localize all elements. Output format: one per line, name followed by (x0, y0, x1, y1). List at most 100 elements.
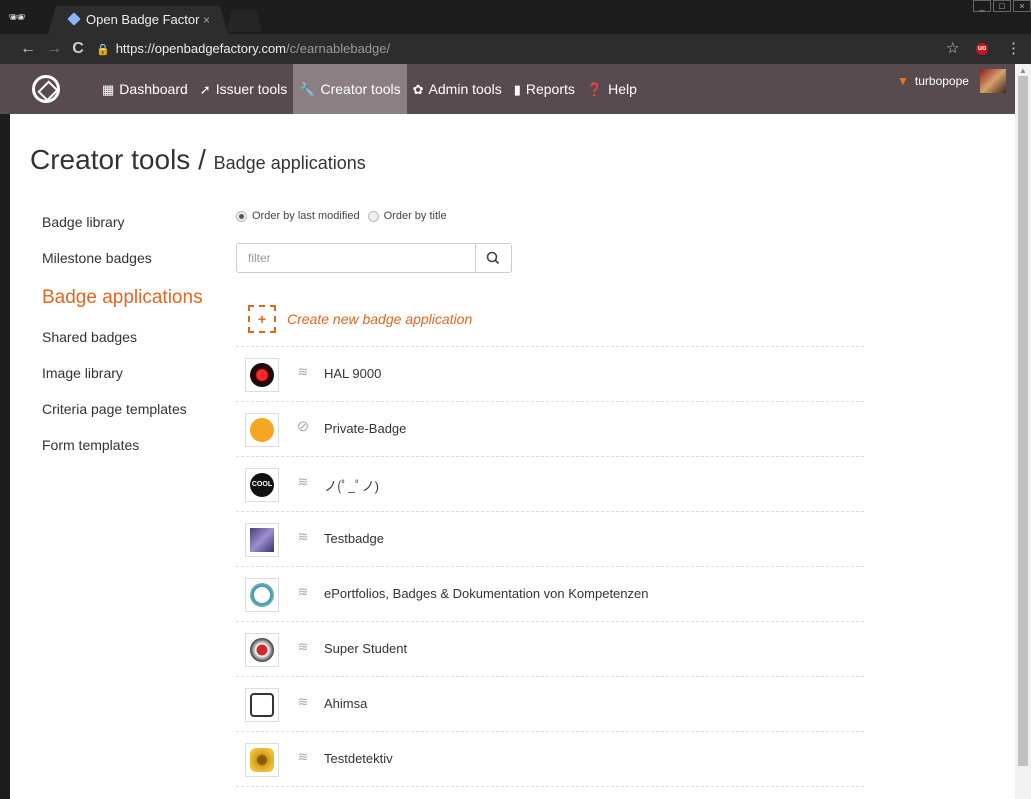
signal-icon: ≋ (297, 474, 309, 489)
signal-icon: ≋ (297, 749, 309, 764)
filter-input[interactable] (236, 243, 476, 273)
list-item[interactable]: ≋ Testdetektiv (236, 731, 864, 786)
menu-label: Creator tools (320, 81, 401, 97)
badge-title: Private-Badge (324, 421, 407, 436)
lock-icon: 🔒 (96, 44, 110, 56)
main-menu: ▦ Dashboard ➚ Issuer tools 🔧 Creator tools … (96, 64, 643, 130)
hand-badge-icon (250, 693, 274, 717)
badge-thumbnail (245, 688, 279, 722)
badge-thumbnail (245, 358, 279, 392)
order-last-modified-label[interactable]: Order by last modified (252, 210, 360, 222)
bookmark-star-icon[interactable]: ☆ (946, 38, 959, 60)
badge-title: ノ(ﾟ_ﾟノ) (324, 479, 379, 494)
incognito-icon: 🕶 (8, 9, 26, 25)
menu-label: Admin tools (428, 81, 502, 97)
browser-menu-icon[interactable]: ⋮ (1006, 38, 1021, 60)
signal-icon: ≋ (297, 639, 309, 654)
tab-close-icon[interactable]: × (203, 6, 210, 34)
list-item[interactable]: ⊘ Private-Badge (236, 401, 864, 456)
radio-title[interactable] (367, 210, 379, 222)
maximize-icon[interactable]: □ (993, 0, 1011, 12)
user-menu[interactable]: ▼ turbopope (897, 74, 969, 88)
url-field[interactable]: 🔒 https://openbadgefactory.com/c/earnable… (96, 38, 966, 60)
search-button[interactable] (475, 243, 512, 273)
logo-icon[interactable] (32, 75, 60, 103)
list-item[interactable]: ≋ Testbadge (236, 511, 864, 566)
sidebar-item-badge-applications[interactable]: Badge applications (42, 287, 203, 309)
plus-icon: + (248, 305, 276, 333)
cool-badge-icon: COOL (250, 473, 274, 497)
url-path: /c/earnablebadge/ (286, 41, 391, 56)
badge-thumbnail (245, 578, 279, 612)
window-edge (0, 114, 10, 799)
menu-admin-tools[interactable]: ✿ Admin tools (407, 64, 508, 114)
browser-tab[interactable]: Open Badge Factor × (48, 6, 228, 34)
badge-thumbnail: COOL (245, 468, 279, 502)
badge-thumbnail (245, 523, 279, 557)
private-badge-icon (250, 418, 274, 442)
kelt-badge-icon (250, 583, 274, 607)
hal-badge-icon (250, 363, 274, 387)
badge-thumbnail (245, 743, 279, 777)
address-bar: ← → C 🔒 https://openbadgefactory.com/c/ea… (0, 34, 1031, 64)
bar-chart-icon: ▮ (513, 82, 521, 97)
paper-plane-icon: ➚ (199, 82, 211, 97)
list-item[interactable]: ≋ Super Student (236, 621, 864, 676)
list-item[interactable]: ≋ ePortfolios, Badges & Dokumentation vo… (236, 566, 864, 621)
avatar[interactable] (980, 69, 1006, 93)
menu-label: Reports (525, 81, 575, 97)
create-badge-application-link[interactable]: + Create new badge application (248, 305, 472, 333)
menu-dashboard[interactable]: ▦ Dashboard (96, 64, 194, 114)
sidebar-item-milestone-badges[interactable]: Milestone badges (42, 250, 152, 266)
list-item[interactable]: ≋ Ahimsa (236, 676, 864, 731)
favicon-icon (67, 12, 81, 26)
badge-title: Super Student (324, 641, 408, 656)
menu-label: Help (608, 81, 637, 97)
reload-icon[interactable]: C (68, 38, 88, 60)
badge-thumbnail (245, 633, 279, 667)
menu-reports[interactable]: ▮ Reports (508, 64, 581, 114)
menu-issuer-tools[interactable]: ➚ Issuer tools (194, 64, 294, 114)
sidebar-item-shared-badges[interactable]: Shared badges (42, 329, 137, 345)
menu-label: Issuer tools (215, 81, 288, 97)
minimize-icon[interactable]: _ (973, 0, 991, 12)
sidebar-item-form-templates[interactable]: Form templates (42, 437, 139, 453)
signal-icon: ≋ (297, 584, 309, 599)
scroll-thumb[interactable] (1018, 76, 1028, 766)
url-host: https://openbadgefactory.com (115, 41, 287, 56)
wrench-icon: 🔧 (299, 82, 316, 97)
browser-titlebar: 🕶 Open Badge Factor × _ □ × (0, 0, 1031, 34)
page-title: Creator tools / Badge applications (30, 144, 366, 176)
badge-title: HAL 9000 (324, 366, 382, 381)
caret-down-icon: ▼ (897, 74, 909, 88)
ublock-icon[interactable]: uo (976, 43, 988, 55)
no-entry-icon: ⊘ (296, 418, 310, 435)
gear-icon: ✿ (412, 82, 424, 97)
sidebar-item-criteria-templates[interactable]: Criteria page templates (42, 401, 187, 417)
badge-title: Ahimsa (324, 696, 368, 711)
close-window-icon[interactable]: × (1013, 0, 1031, 12)
list-item[interactable] (236, 786, 864, 799)
scroll-up-icon[interactable]: ▲ (1019, 66, 1027, 75)
site-header: ▦ Dashboard ➚ Issuer tools 🔧 Creator tools … (0, 64, 1015, 114)
sidebar-item-image-library[interactable]: Image library (42, 365, 123, 381)
order-title-label[interactable]: Order by title (384, 210, 447, 222)
sidebar-item-badge-library[interactable]: Badge library (42, 214, 125, 230)
workers-unite-badge-icon (250, 638, 274, 662)
badge-thumbnail (245, 413, 279, 447)
menu-label: Dashboard (119, 81, 188, 97)
back-icon[interactable]: ← (18, 38, 38, 60)
list-item[interactable]: ≋ HAL 9000 (236, 346, 864, 401)
question-icon: ❓ (586, 82, 604, 97)
menu-help[interactable]: ❓ Help (581, 64, 643, 114)
scrollbar[interactable]: ▲ (1015, 64, 1031, 799)
forward-icon[interactable]: → (44, 38, 64, 60)
search-icon (486, 251, 500, 265)
menu-creator-tools[interactable]: 🔧 Creator tools (293, 64, 407, 114)
list-item[interactable]: COOL ≋ ノ(ﾟ_ﾟノ) (236, 456, 864, 511)
signal-icon: ≋ (297, 694, 309, 709)
signal-icon: ≋ (297, 364, 309, 379)
dashboard-icon: ▦ (102, 82, 115, 97)
radio-last-modified[interactable] (236, 210, 247, 222)
new-tab-button[interactable] (226, 10, 262, 32)
